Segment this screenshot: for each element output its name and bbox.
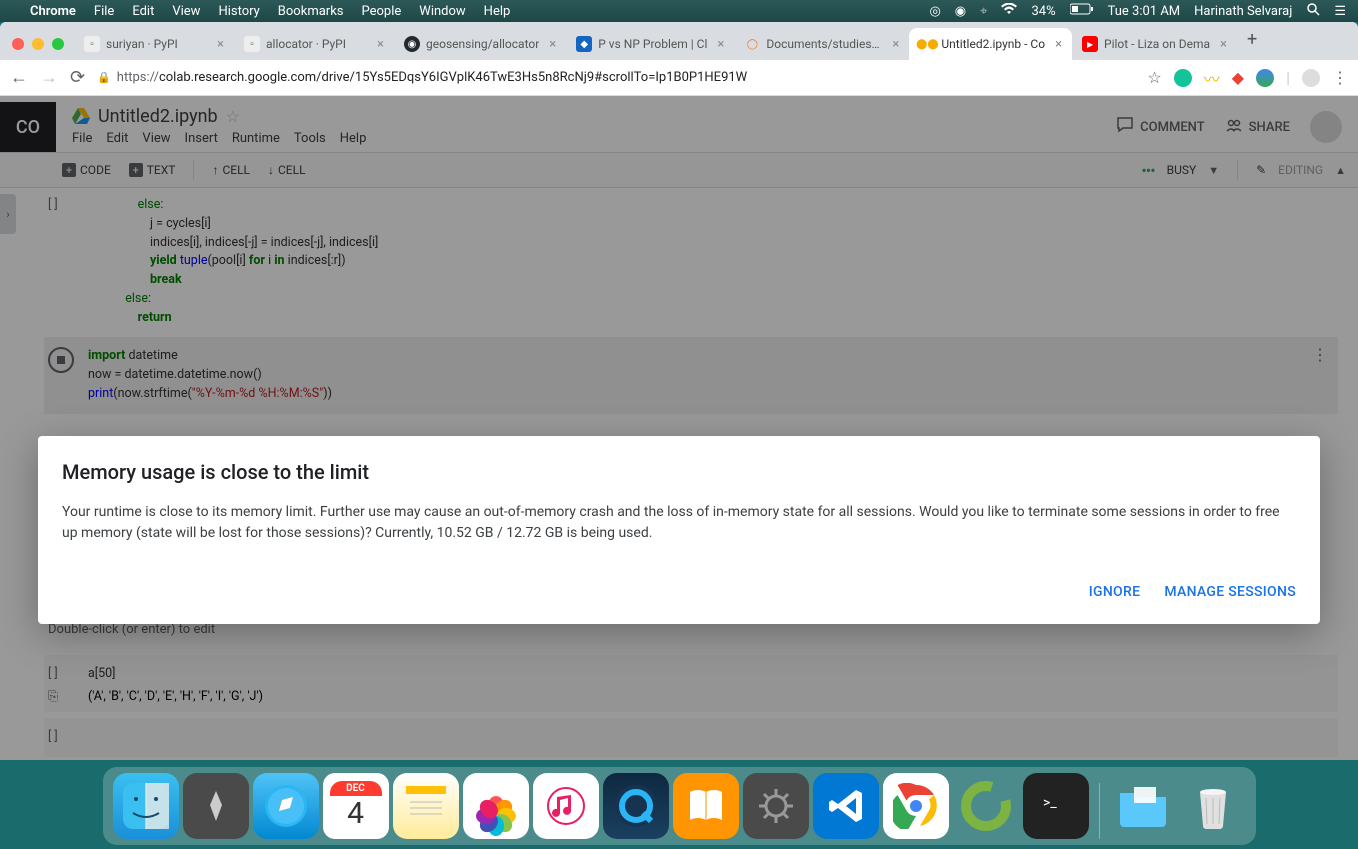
ext-icon-4[interactable] — [1256, 69, 1274, 87]
pypi-icon: ▫ — [84, 36, 100, 52]
bluetooth-icon[interactable]: ⌖ — [980, 4, 987, 19]
wifi-icon[interactable] — [1001, 3, 1017, 19]
menu-help[interactable]: Help — [484, 4, 511, 19]
itunes-app-icon[interactable] — [533, 773, 599, 839]
menu-history[interactable]: History — [218, 4, 259, 19]
battery-icon[interactable] — [1070, 3, 1094, 19]
menu-bookmarks[interactable]: Bookmarks — [278, 4, 344, 19]
safari-app-icon[interactable] — [253, 773, 319, 839]
spotlight-icon[interactable] — [1306, 2, 1320, 20]
url-field[interactable]: 🔒 https://colab.research.google.com/driv… — [97, 70, 1135, 85]
grammarly-ext-icon[interactable] — [1174, 69, 1192, 87]
launchpad-app-icon[interactable] — [183, 773, 249, 839]
macos-dock: DEC 4 — [0, 761, 1358, 849]
dock-separator — [1099, 783, 1100, 839]
menu-edit[interactable]: Edit — [132, 4, 154, 19]
tab-jupyter[interactable]: ◯ Documents/studies/p × — [734, 28, 909, 60]
maximize-window-button[interactable] — [52, 38, 64, 50]
chrome-app-icon[interactable] — [883, 773, 949, 839]
minimize-window-button[interactable] — [32, 38, 44, 50]
ignore-button[interactable]: IGNORE — [1089, 584, 1141, 600]
terminal-app-icon[interactable]: >_ — [1023, 773, 1089, 839]
status-icon-2[interactable]: ◉ — [955, 4, 966, 19]
forward-button[interactable]: → — [40, 67, 58, 88]
close-window-button[interactable] — [12, 38, 24, 50]
tab-github[interactable]: ◉ geosensing/allocator × — [394, 28, 566, 60]
control-center-icon[interactable]: ☰ — [1334, 4, 1346, 19]
lock-icon: 🔒 — [97, 71, 111, 84]
finder-app-icon[interactable] — [113, 773, 179, 839]
profile-avatar[interactable] — [1302, 69, 1320, 87]
colab-icon: ⬤⬤ — [919, 36, 935, 52]
tab-pypi-suriyan[interactable]: ▫ suriyan · PyPI × — [74, 28, 234, 60]
new-tab-button[interactable]: + — [1237, 23, 1267, 60]
tab-pvsnp[interactable]: ◆ P vs NP Problem | Cl × — [566, 28, 734, 60]
calendar-app-icon[interactable]: DEC 4 — [323, 773, 389, 839]
pypi-icon: ▫ — [244, 36, 260, 52]
tab-colab[interactable]: ⬤⬤ Untitled2.ipynb - Co × — [909, 28, 1072, 60]
chrome-menu-icon[interactable]: ⋮ — [1332, 68, 1348, 87]
close-tab-icon[interactable]: × — [1220, 37, 1227, 52]
close-tab-icon[interactable]: × — [892, 37, 899, 52]
github-icon: ◉ — [404, 36, 420, 52]
back-button[interactable]: ← — [10, 67, 28, 88]
colab-app: CO Untitled2.ipynb ☆ File Edit View Inse… — [0, 96, 1358, 760]
chrome-window: ▫ suriyan · PyPI × ▫ allocator · PyPI × … — [0, 22, 1358, 760]
dialog-title: Memory usage is close to the limit — [62, 460, 1296, 484]
battery-percent: 34% — [1031, 4, 1055, 19]
app-name[interactable]: Chrome — [30, 4, 76, 19]
menu-window[interactable]: Window — [419, 4, 465, 19]
close-tab-icon[interactable]: × — [1055, 37, 1062, 52]
youtube-icon: ▶ — [1082, 36, 1098, 52]
ibooks-app-icon[interactable] — [673, 773, 739, 839]
ext-icon-2[interactable]: 〰 — [1204, 66, 1220, 90]
tab-strip: ▫ suriyan · PyPI × ▫ allocator · PyPI × … — [0, 22, 1358, 60]
reload-button[interactable]: ⟳ — [70, 67, 85, 88]
downloads-folder-icon[interactable] — [1110, 773, 1176, 839]
clay-icon: ◆ — [576, 36, 592, 52]
close-tab-icon[interactable]: × — [217, 37, 224, 52]
user-name[interactable]: Harinath Selvaraj — [1194, 4, 1292, 19]
system-preferences-app-icon[interactable] — [743, 773, 809, 839]
modal-overlay: Memory usage is close to the limit Your … — [0, 96, 1358, 760]
ext-icon-3[interactable]: ◆ — [1232, 68, 1244, 87]
manage-sessions-button[interactable]: MANAGE SESSIONS — [1164, 584, 1296, 600]
notes-app-icon[interactable] — [393, 773, 459, 839]
dialog-body: Your runtime is close to its memory limi… — [62, 502, 1296, 544]
menu-people[interactable]: People — [362, 4, 402, 19]
menu-file[interactable]: File — [94, 4, 114, 19]
memory-warning-dialog: Memory usage is close to the limit Your … — [38, 436, 1320, 624]
status-icon-1[interactable]: ◎ — [929, 4, 940, 19]
svg-text:>_: >_ — [1043, 795, 1057, 811]
photos-app-icon[interactable] — [463, 773, 529, 839]
trash-icon[interactable] — [1180, 773, 1246, 839]
tab-pypi-allocator[interactable]: ▫ allocator · PyPI × — [234, 28, 394, 60]
close-tab-icon[interactable]: × — [717, 37, 724, 52]
green-ring-app-icon[interactable] — [953, 773, 1019, 839]
macos-menubar: Chrome File Edit View History Bookmarks … — [0, 0, 1358, 22]
quicktime-app-icon[interactable] — [603, 773, 669, 839]
close-tab-icon[interactable]: × — [377, 37, 384, 52]
tab-youtube[interactable]: ▶ Pilot - Liza on Dema × — [1072, 28, 1237, 60]
star-icon[interactable]: ☆ — [1147, 68, 1161, 87]
vscode-app-icon[interactable] — [813, 773, 879, 839]
jupyter-icon: ◯ — [744, 36, 760, 52]
close-tab-icon[interactable]: × — [549, 37, 556, 52]
address-bar: ← → ⟳ 🔒 https://colab.research.google.co… — [0, 60, 1358, 96]
clock[interactable]: Tue 3:01 AM — [1108, 4, 1181, 19]
menu-view[interactable]: View — [172, 4, 200, 19]
window-controls — [8, 38, 74, 60]
